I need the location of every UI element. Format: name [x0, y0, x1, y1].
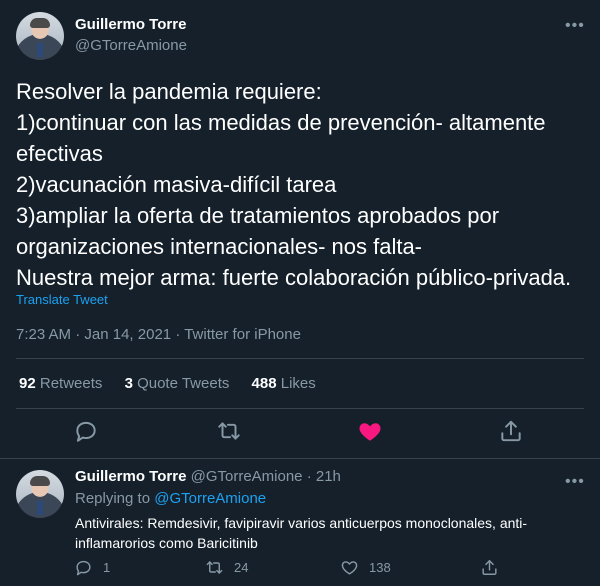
tweet-date[interactable]: Jan 14, 2021	[84, 326, 171, 343]
quotes-label: Quote Tweets	[137, 375, 230, 392]
reply-icon	[76, 560, 91, 576]
divider	[16, 358, 584, 359]
translate-tweet-link[interactable]: Translate Tweet	[16, 292, 108, 307]
tweet-source[interactable]: Twitter for iPhone	[184, 326, 301, 343]
replying-prefix: Replying to	[75, 490, 151, 507]
tweet-text: Resolver la pandemia requiere: 1)continu…	[16, 79, 572, 290]
reply-retweet-count: 24	[234, 560, 249, 575]
quotes-count: 3	[124, 375, 133, 392]
tweet-stats: 92 Retweets 3 Quote Tweets 488 Likes	[19, 375, 334, 392]
replying-handle-link[interactable]: @GTorreAmione	[154, 490, 266, 507]
retweets-label: Retweets	[39, 375, 103, 392]
tweet-actions	[0, 418, 600, 446]
replying-to: Replying to @GTorreAmione	[75, 490, 266, 507]
retweet-icon	[206, 561, 223, 574]
reply-actions: 1 24 138	[70, 558, 580, 580]
likes-stat[interactable]: 488 Likes	[252, 375, 316, 392]
retweets-stat[interactable]: 92 Retweets	[19, 375, 102, 392]
meta-separator: ·	[75, 326, 81, 343]
reply-reply-button[interactable]: 1	[74, 558, 110, 577]
likes-count: 488	[251, 375, 277, 392]
like-icon[interactable]	[357, 418, 383, 444]
reply-avatar[interactable]	[16, 470, 64, 518]
reply-like-count: 138	[369, 560, 391, 575]
divider	[16, 408, 584, 409]
reply-more-icon[interactable]: •••	[565, 474, 585, 490]
reply-author-handle[interactable]: @GTorreAmione	[191, 468, 303, 485]
likes-label: Likes	[280, 375, 316, 392]
author-handle[interactable]: @GTorreAmione	[75, 37, 187, 54]
reply-separator: ·	[306, 468, 312, 485]
reply-header: Guillermo Torre @GTorreAmione · 21h	[75, 468, 341, 485]
main-tweet: Guillermo Torre @GTorreAmione ••• Resolv…	[0, 0, 600, 460]
avatar[interactable]	[16, 12, 64, 60]
retweet-icon[interactable]	[216, 418, 242, 444]
tweet-time[interactable]: 7:23 AM	[16, 326, 71, 343]
tweet-timestamp: 7:23 AM · Jan 14, 2021 · Twitter for iPh…	[16, 326, 301, 343]
reply-like-button[interactable]: 138	[340, 558, 391, 577]
reply-age[interactable]: 21h	[316, 468, 341, 485]
reply-text: Antivirales: Remdesivir, favipiravir var…	[75, 515, 528, 551]
share-icon	[482, 560, 497, 575]
retweets-count: 92	[19, 375, 36, 392]
reply-reply-count: 1	[103, 560, 111, 575]
thread-divider	[0, 458, 600, 459]
reply-retweet-button[interactable]: 24	[205, 558, 248, 577]
more-icon[interactable]: •••	[565, 18, 585, 34]
meta-separator: ·	[175, 326, 181, 343]
reply-author-name[interactable]: Guillermo Torre	[75, 468, 186, 485]
reply-icon[interactable]	[73, 418, 99, 444]
author-name[interactable]: Guillermo Torre	[75, 16, 186, 33]
reply-share-button[interactable]	[480, 558, 499, 577]
heart-outline-icon	[341, 561, 358, 575]
quote-tweets-stat[interactable]: 3 Quote Tweets	[125, 375, 230, 392]
share-icon[interactable]	[498, 418, 524, 444]
